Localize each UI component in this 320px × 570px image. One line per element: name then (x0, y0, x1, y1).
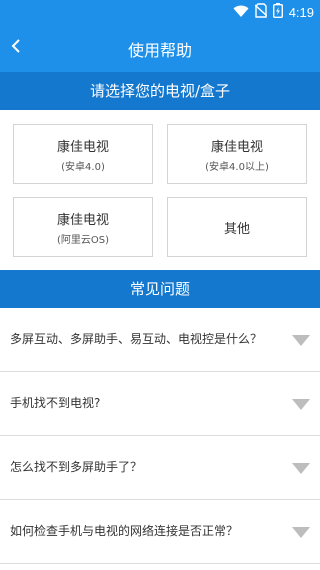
device-section-heading: 请选择您的电视/盒子 (0, 72, 320, 110)
faq-list: 多屏互动、多屏助手、易互动、电视控是什么？ 手机找不到电视? 怎么找不到多屏助手… (0, 308, 320, 570)
no-sim-icon (254, 2, 268, 22)
faq-question: 多屏互动、多屏助手、易互动、电视控是什么？ (10, 332, 263, 346)
faq-question: 如何检查手机与电视的网络连接是否正常？ (10, 524, 239, 538)
app-bar: 使用帮助 (0, 24, 320, 72)
faq-item[interactable]: 如何检查手机与电视的网络连接是否正常？ (0, 500, 320, 564)
faq-question: 怎么找不到多屏助手了？ (10, 460, 143, 474)
triangle-down-icon (292, 396, 310, 410)
device-os: (安卓4.0以上) (205, 161, 269, 173)
device-name: 康佳电视 (210, 139, 263, 155)
device-os: (安卓4.0) (61, 161, 105, 173)
battery-charging-icon (272, 2, 283, 22)
device-option-konka-aliyun-os[interactable]: 康佳电视 (阿里云OS) (13, 197, 153, 257)
wifi-icon (233, 3, 249, 22)
device-name: 康佳电视 (56, 212, 109, 228)
faq-item[interactable]: 多屏互动、多屏助手、易互动、电视控是什么？ (0, 308, 320, 372)
triangle-down-icon (292, 332, 310, 346)
clock-time: 4:19 (288, 4, 314, 20)
triangle-down-icon (292, 460, 310, 474)
device-option-other[interactable]: 其他 (167, 197, 307, 257)
device-option-konka-android4[interactable]: 康佳电视 (安卓4.0) (13, 124, 153, 184)
device-option-konka-android4-plus[interactable]: 康佳电视 (安卓4.0以上) (167, 124, 307, 184)
device-grid: 康佳电视 (安卓4.0) 康佳电视 (安卓4.0以上) 康佳电视 (阿里云OS)… (0, 110, 320, 270)
faq-item[interactable]: 怎么找不到多屏助手了？ (0, 436, 320, 500)
page-title: 使用帮助 (127, 41, 192, 60)
faq-question: 手机找不到电视? (10, 396, 101, 410)
status-icons: 4:19 (233, 2, 314, 22)
device-name: 康佳电视 (56, 139, 109, 155)
triangle-down-icon (292, 524, 310, 538)
faq-section-heading: 常见问题 (0, 270, 320, 308)
status-bar: 4:19 (0, 0, 320, 24)
device-name: 其他 (223, 221, 250, 237)
device-os: (阿里云OS) (56, 234, 110, 246)
faq-item[interactable]: 手机找不到电视? (0, 372, 320, 436)
